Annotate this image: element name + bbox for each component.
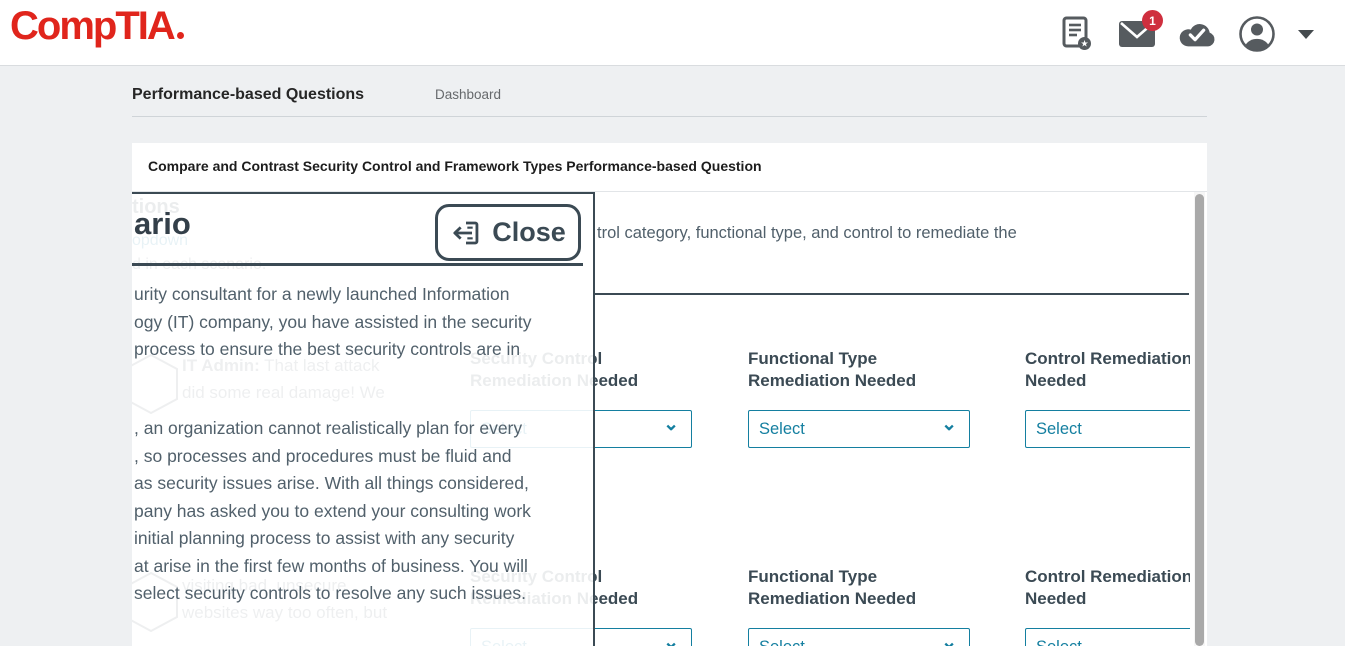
transcript-icon-glyph: ★: [1061, 16, 1093, 52]
logo-text: CompTIA: [10, 4, 174, 48]
account-menu-caret-icon[interactable]: [1297, 28, 1315, 40]
question-card: Compare and Contrast Security Control an…: [132, 143, 1207, 646]
modal-header-divider: [132, 263, 583, 266]
svg-text:★: ★: [1080, 39, 1088, 49]
field-group-control-remediation-1: Control RemediationNeeded Select ⌄: [1025, 348, 1190, 392]
mail-icon[interactable]: 1: [1117, 14, 1157, 54]
transcript-icon[interactable]: ★: [1057, 14, 1097, 54]
chevron-down-icon: ⌄: [941, 638, 957, 646]
topbar-icons: ★ 1: [1057, 14, 1315, 54]
account-icon[interactable]: [1237, 14, 1277, 54]
field-label: Functional TypeRemediation Needed: [748, 566, 1048, 610]
select-control-remediation-2[interactable]: Select ⌄: [1025, 628, 1190, 646]
instruction-divider: [595, 293, 1189, 295]
select-control-remediation-1[interactable]: Select ⌄: [1025, 410, 1190, 448]
chevron-down-icon: ⌄: [663, 638, 679, 646]
question-title: Compare and Contrast Security Control an…: [148, 158, 762, 174]
instruction-text-fragment: trol category, functional type, and cont…: [597, 224, 1017, 243]
pagehead-divider: [132, 116, 1207, 117]
field-label: Control RemediationNeeded: [1025, 348, 1190, 392]
field-group-control-remediation-2: Control RemediationNeeded Select ⌄: [1025, 566, 1190, 610]
field-group-functional-type-1: Functional TypeRemediation Needed Select…: [748, 348, 1048, 392]
vertical-scrollbar[interactable]: [1194, 192, 1205, 646]
account-icon-glyph: [1238, 15, 1276, 53]
chevron-down-icon: ⌄: [941, 420, 957, 430]
field-label: Control RemediationNeeded: [1025, 566, 1190, 610]
registered-mark-icon: [177, 32, 184, 39]
select-functional-type-2[interactable]: Select ⌄: [748, 628, 970, 646]
mail-badge: 1: [1142, 10, 1163, 31]
select-functional-type-1[interactable]: Select ⌄: [748, 410, 970, 448]
scenario-modal: ario Close urity consultant for a newly …: [132, 192, 595, 646]
scrollbar-thumb[interactable]: [1195, 194, 1204, 646]
close-button-label: Close: [492, 217, 566, 248]
scenario-paragraph-1: urity consultant for a newly launched In…: [134, 281, 532, 364]
field-label: Functional TypeRemediation Needed: [748, 348, 1048, 392]
field-group-functional-type-2: Functional TypeRemediation Needed Select…: [748, 566, 1048, 610]
question-content: tions opdown d in each scenario. IT Admi…: [132, 192, 1190, 646]
comptia-logo[interactable]: CompTIA: [10, 4, 184, 49]
scenario-heading-fragment: ario: [134, 206, 191, 242]
topbar: CompTIA ★ 1: [0, 0, 1345, 66]
page-title: Performance-based Questions: [132, 86, 364, 104]
scenario-paragraph-2: , an organization cannot realistically p…: [134, 415, 531, 608]
exit-icon: [450, 217, 482, 249]
screen: CompTIA ★ 1: [0, 0, 1345, 646]
caret-down-glyph: [1297, 28, 1315, 40]
chevron-down-icon: ⌄: [663, 420, 679, 430]
cloud-sync-icon[interactable]: [1177, 14, 1217, 54]
dashboard-link[interactable]: Dashboard: [435, 87, 501, 102]
close-button[interactable]: Close: [435, 204, 581, 261]
cloud-icon-glyph: [1177, 19, 1217, 49]
